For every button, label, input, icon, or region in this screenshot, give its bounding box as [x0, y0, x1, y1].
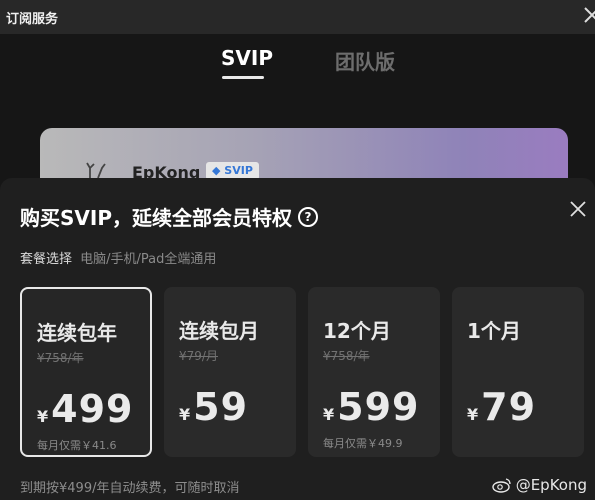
- sheet-close-icon[interactable]: [569, 200, 587, 218]
- plan-card-annual-auto[interactable]: 连续包年 ¥758/年 ¥ 499 每月仅需￥41.6: [20, 287, 152, 457]
- plan-type-tabs: SVIP 团队版: [0, 46, 595, 86]
- plan-name: 连续包年: [37, 321, 117, 345]
- plan-monthly: 每月仅需￥41.6: [37, 439, 117, 452]
- weibo-icon: [492, 478, 511, 493]
- plan-name: 连续包月: [179, 319, 259, 343]
- plan-price: ¥ 79: [467, 385, 536, 429]
- plan-original-price: ¥79/月: [179, 349, 218, 363]
- plan-price: ¥ 499: [37, 387, 133, 431]
- plan-original-price: ¥758/年: [37, 351, 84, 365]
- svip-badge-label: SVIP: [224, 164, 253, 177]
- plan-amount: 59: [193, 385, 249, 429]
- sheet-heading: 购买SVIP，延续全部会员特权 ?: [20, 202, 318, 231]
- plan-name: 1个月: [467, 319, 521, 343]
- package-desc: 电脑/手机/Pad全端通用: [80, 252, 217, 267]
- plan-card-12-months[interactable]: 12个月 ¥758/年 ¥ 599 每月仅需￥49.9: [308, 287, 440, 457]
- tab-svip[interactable]: SVIP: [221, 46, 273, 70]
- window-titlebar: 订阅服务: [0, 0, 595, 34]
- plan-original-price: ¥758/年: [323, 349, 370, 363]
- renewal-note: 到期按¥499/年自动续费，可随时取消: [20, 481, 240, 496]
- plan-amount: 499: [51, 387, 134, 431]
- window-close-icon[interactable]: [581, 4, 595, 26]
- tab-team[interactable]: 团队版: [335, 46, 395, 75]
- tab-active-indicator: [222, 76, 264, 79]
- sheet-heading-text: 购买SVIP，延续全部会员特权: [20, 206, 292, 230]
- plan-currency: ¥: [467, 405, 479, 424]
- plan-monthly: 每月仅需￥49.9: [323, 437, 403, 450]
- watermark-text: @EpKong: [515, 476, 587, 494]
- watermark: @EpKong: [492, 476, 587, 494]
- plan-amount: 599: [337, 385, 420, 429]
- plan-price: ¥ 599: [323, 385, 419, 429]
- package-row: 套餐选择 电脑/手机/Pad全端通用: [20, 248, 216, 267]
- help-icon[interactable]: ?: [297, 206, 318, 227]
- plan-amount: 79: [481, 385, 537, 429]
- plan-price: ¥ 59: [179, 385, 248, 429]
- plan-card-monthly-auto[interactable]: 连续包月 ¥79/月 ¥ 59: [164, 287, 296, 457]
- plan-card-1-month[interactable]: 1个月 ¥ 79: [452, 287, 584, 457]
- window-title: 订阅服务: [6, 12, 59, 27]
- plan-currency: ¥: [179, 405, 191, 424]
- plan-name: 12个月: [323, 319, 391, 343]
- purchase-sheet: 购买SVIP，延续全部会员特权 ? 套餐选择 电脑/手机/Pad全端通用 连续包…: [0, 178, 595, 500]
- plan-currency: ¥: [323, 405, 335, 424]
- plan-currency: ¥: [37, 407, 49, 426]
- package-label: 套餐选择: [20, 252, 73, 267]
